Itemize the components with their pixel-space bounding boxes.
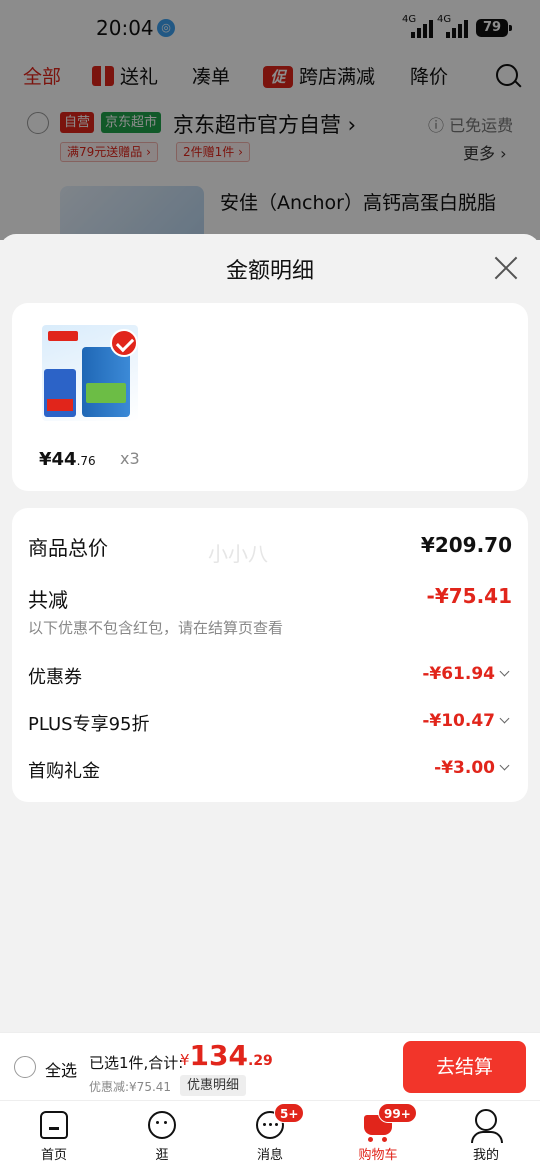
price-breakdown-card: 商品总价 小小八 ¥209.70 共减 -¥75.41 以下优惠不包含红包，请在… [12, 508, 528, 802]
price-decimal: .76 [76, 454, 96, 468]
select-all-label[interactable]: 全选 [45, 1057, 77, 1081]
check-icon [110, 329, 138, 357]
plus-discount-label[interactable]: PLUS专享95折 [28, 710, 150, 736]
promo-panel [44, 369, 76, 417]
coupon-label[interactable]: 优惠券 [28, 663, 82, 689]
anchor-logo [48, 331, 78, 341]
checkout-bar: 全选 已选1件,合计: ¥134.29 优惠减:¥75.41 优惠明细 去结算 [0, 1032, 540, 1100]
discount-detail-button[interactable]: 优惠明细 [180, 1075, 247, 1096]
tab-messages-label: 消息 [256, 1148, 283, 1163]
total-reduction-label: 共减 [28, 588, 68, 612]
product-unit-price: ¥44.76 [39, 449, 96, 470]
tab-explore[interactable]: 逛 [108, 1101, 216, 1170]
message-badge: 5+ [274, 1103, 305, 1123]
chevron-down-icon [499, 713, 510, 724]
first-purchase-amount: -¥3.00 [434, 758, 495, 778]
plus-discount-value[interactable]: -¥10.47 [422, 711, 510, 731]
checkout-button[interactable]: 去结算 [403, 1041, 526, 1093]
product-card: ¥44.76 x3 [12, 303, 528, 491]
total-decimal: .29 [248, 1053, 273, 1069]
coupon-amount: -¥61.94 [422, 664, 495, 684]
first-purchase-value[interactable]: -¥3.00 [434, 758, 510, 778]
sheet-title: 金额明细 [225, 259, 314, 284]
modal-overlay[interactable] [0, 0, 540, 240]
selected-summary: 已选1件,合计: [89, 1054, 184, 1072]
tab-explore-label: 逛 [155, 1148, 169, 1163]
watermark: 小小八 [208, 542, 268, 566]
total-price-label: 商品总价 [28, 536, 108, 560]
plus-discount-amount: -¥10.47 [422, 711, 495, 731]
user-icon [471, 1109, 503, 1143]
total-price-value: ¥209.70 [420, 533, 512, 557]
tab-messages[interactable]: 5+ 消息 [216, 1101, 324, 1170]
chevron-down-icon [499, 760, 510, 771]
bottom-tab-bar: 首页 逛 5+ 消息 99+ 购物车 我的 [0, 1100, 540, 1170]
select-all-radio[interactable] [14, 1056, 36, 1078]
chevron-down-icon [499, 666, 510, 677]
sheet-header: 金额明细 [0, 234, 540, 300]
coupon-value[interactable]: -¥61.94 [422, 664, 510, 684]
product-quantity: x3 [120, 449, 140, 468]
amount-detail-sheet: 金额明细 ¥44.76 x3 商品总价 小小八 ¥209.70 共减 -¥75.… [0, 234, 540, 1034]
home-icon [40, 1111, 68, 1139]
cart-badge: 99+ [378, 1103, 417, 1123]
tab-cart-label: 购物车 [358, 1148, 398, 1163]
tab-home-label: 首页 [40, 1148, 67, 1163]
explore-icon [148, 1111, 176, 1139]
tab-home[interactable]: 首页 [0, 1101, 108, 1170]
close-icon[interactable] [493, 255, 519, 281]
first-purchase-label[interactable]: 首购礼金 [28, 757, 100, 783]
product-thumbnail[interactable] [38, 321, 138, 421]
total-integer: 134 [189, 1039, 248, 1072]
milk-can [82, 347, 130, 417]
checkout-total: ¥134.29 [180, 1039, 273, 1072]
tab-cart[interactable]: 99+ 购物车 [324, 1101, 432, 1170]
reduction-note: 以下优惠不包含红包，请在结算页查看 [28, 619, 284, 637]
discount-summary: 优惠减:¥75.41 [89, 1080, 172, 1094]
price-main: ¥44 [39, 449, 77, 470]
total-reduction-value: -¥75.41 [426, 584, 512, 608]
tab-me[interactable]: 我的 [432, 1101, 540, 1170]
tab-me-label: 我的 [472, 1148, 499, 1163]
currency-symbol: ¥ [180, 1051, 190, 1069]
